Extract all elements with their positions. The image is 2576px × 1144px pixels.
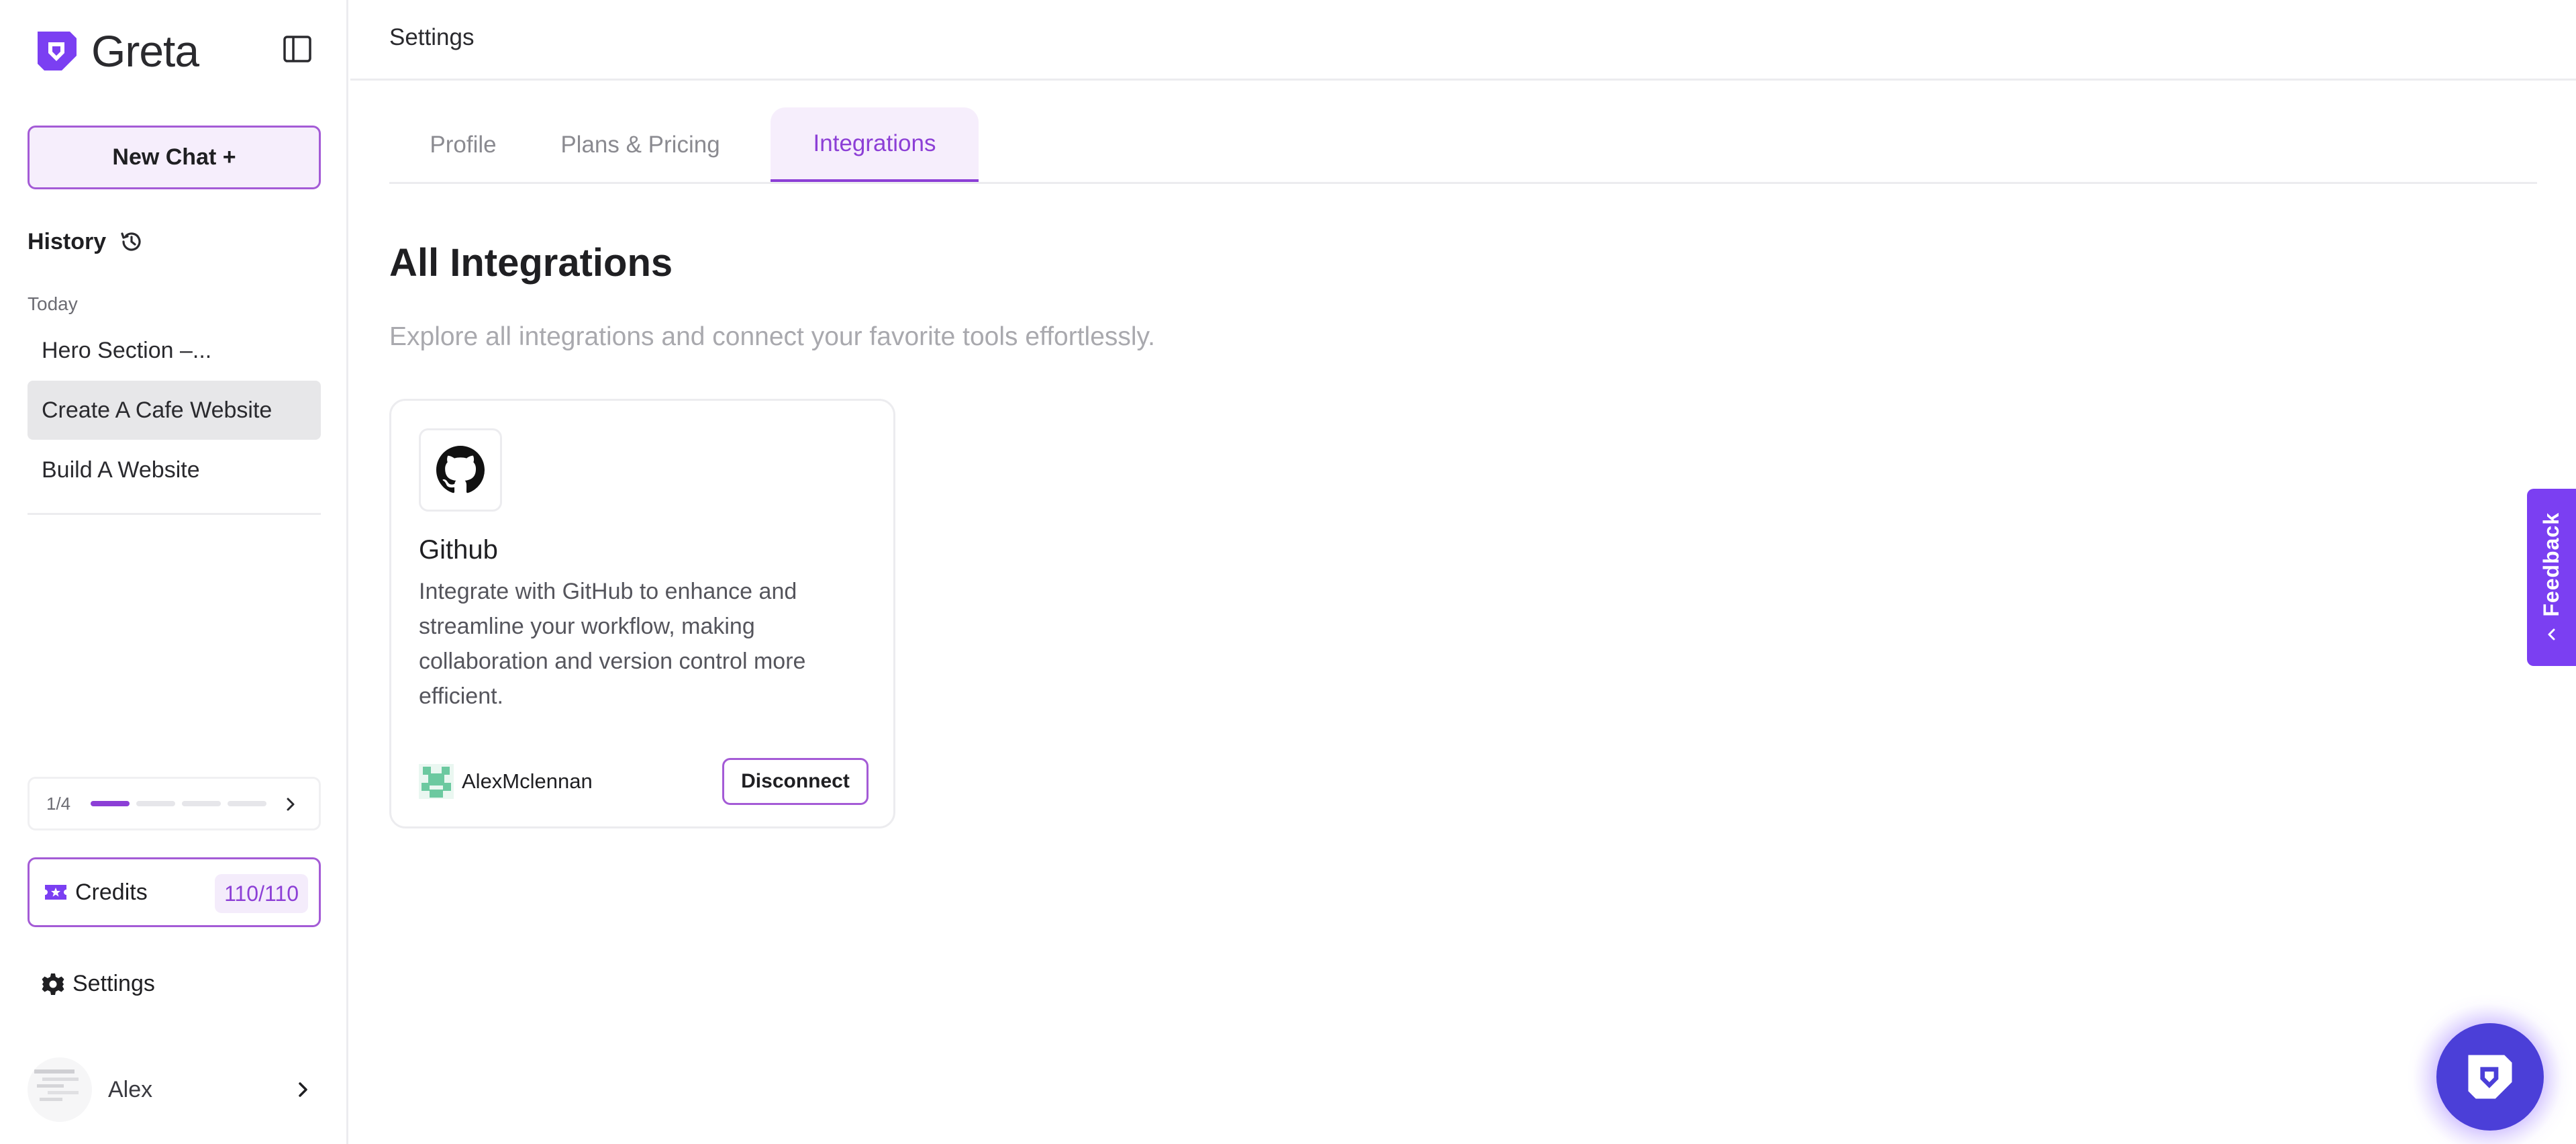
integration-description: Integrate with GitHub to enhance and str… xyxy=(419,579,806,709)
history-icon xyxy=(121,232,141,251)
avatar-image xyxy=(34,1069,79,1101)
page-title: Settings xyxy=(389,24,475,50)
integration-card-github: Github Integrate with GitHub to enhance … xyxy=(389,399,895,828)
sidebar: Greta New Chat + History Today Hero Sect… xyxy=(0,0,348,1144)
sidebar-panel-icon xyxy=(283,36,311,62)
history-item[interactable]: Build A Website xyxy=(28,440,321,499)
settings-tabs: Profile Plans & Pricing Integrations xyxy=(389,107,2537,184)
account-avatar-icon xyxy=(419,764,454,799)
github-icon xyxy=(436,446,485,493)
greta-logo-icon xyxy=(2468,1055,2512,1099)
tab-profile[interactable]: Profile xyxy=(389,107,537,182)
progress-next-button[interactable] xyxy=(279,792,303,816)
tab-plans-pricing[interactable]: Plans & Pricing xyxy=(537,107,744,182)
avatar xyxy=(28,1057,92,1122)
chevron-left-icon xyxy=(2548,628,2555,640)
history-group-today: Today xyxy=(28,293,78,314)
progress-segment xyxy=(136,801,175,806)
tab-integrations[interactable]: Integrations xyxy=(771,107,979,182)
user-name: Alex xyxy=(108,1076,153,1102)
integration-name: Github xyxy=(419,535,498,565)
credits-count-badge: 110/110 xyxy=(215,874,308,913)
history-item-active[interactable]: Create A Cafe Website xyxy=(28,381,321,440)
history-header: History xyxy=(28,228,145,255)
ticket-icon xyxy=(45,885,66,900)
sidebar-divider xyxy=(28,513,321,515)
progress-segment xyxy=(228,801,266,806)
credits-panel[interactable]: Credits 110/110 xyxy=(28,857,321,927)
section-subtitle: Explore all integrations and connect you… xyxy=(389,322,1155,351)
settings-link[interactable]: Settings xyxy=(40,971,155,997)
feedback-label: Feedback xyxy=(2539,512,2563,617)
section-title: All Integrations xyxy=(389,241,673,285)
credits-label: Credits xyxy=(75,879,148,905)
history-label: History xyxy=(28,228,107,254)
gear-icon xyxy=(42,973,64,995)
integration-footer: AlexMclennan Disconnect xyxy=(419,758,869,805)
sidebar-toggle-button[interactable] xyxy=(279,31,315,67)
settings-label: Settings xyxy=(72,971,155,996)
user-menu-button[interactable] xyxy=(290,1076,317,1103)
top-bar: Settings xyxy=(350,0,2576,81)
chevron-right-icon xyxy=(287,798,295,811)
integration-icon-box xyxy=(419,428,502,512)
logo[interactable]: Greta xyxy=(35,26,199,77)
feedback-tab[interactable]: Feedback xyxy=(2527,489,2576,666)
new-chat-button[interactable]: New Chat + xyxy=(28,126,321,189)
progress-segment xyxy=(182,801,221,806)
app-root: Greta New Chat + History Today Hero Sect… xyxy=(0,0,2576,1144)
user-menu[interactable]: Alex xyxy=(28,1055,321,1125)
progress-bar xyxy=(91,801,266,806)
disconnect-button[interactable]: Disconnect xyxy=(722,758,869,805)
chevron-right-icon xyxy=(299,1082,307,1097)
app-name: Greta xyxy=(91,26,199,76)
onboarding-progress[interactable]: 1/4 xyxy=(28,777,321,830)
chat-launcher-button[interactable] xyxy=(2436,1023,2544,1131)
progress-segment xyxy=(91,801,130,806)
history-item[interactable]: Hero Section –... xyxy=(28,321,321,380)
greta-logo-icon xyxy=(38,32,77,70)
connected-account-name: AlexMclennan xyxy=(462,769,593,793)
progress-count: 1/4 xyxy=(46,793,71,814)
